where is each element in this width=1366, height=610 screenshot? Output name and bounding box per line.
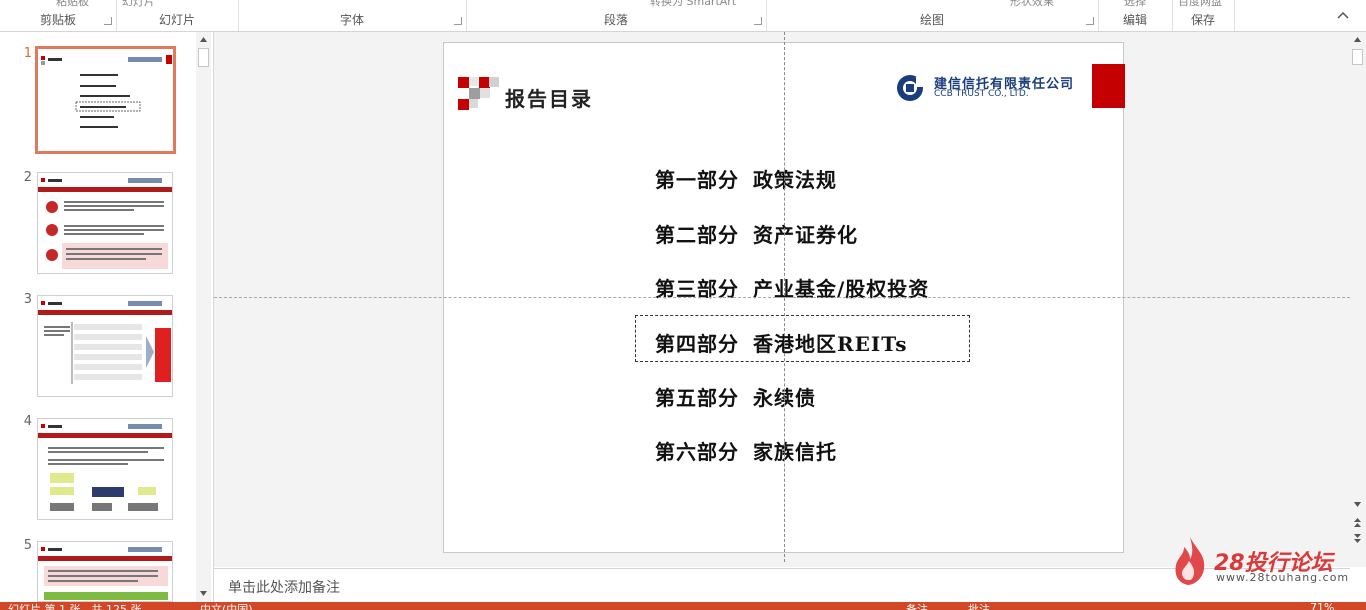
toc-part-label: 第一部分 — [655, 168, 739, 192]
dialog-launcher-icon[interactable] — [754, 17, 762, 25]
toc-part-name: 政策法规 — [753, 168, 837, 192]
new-slide-partial-label[interactable]: 幻灯片 — [122, 0, 155, 9]
thumb-number: 4 — [23, 414, 32, 429]
toc-item-4[interactable]: 第四部分 香港地区REITs — [655, 328, 908, 357]
scroll-down-icon[interactable] — [1350, 497, 1365, 512]
thumb-number: 1 — [23, 46, 32, 61]
toc-part-label: 第六部分 — [655, 440, 739, 464]
watermark-url: www.28touhang.com — [1216, 571, 1350, 584]
notes-toggle-button[interactable]: 备注 — [906, 602, 928, 610]
paragraph-group-label: 段落 — [603, 13, 628, 27]
ribbon-group-editing: 选择 编辑 — [1098, 0, 1173, 31]
slide-thumbnail-3[interactable] — [37, 295, 173, 397]
ribbon-group-save: 百度网盘 保存 — [1172, 0, 1235, 31]
scrollbar-thumb[interactable] — [198, 48, 209, 67]
ccb-logo-icon — [897, 75, 928, 101]
company-logo: 建信信托有限责任公司 CCB TRUST CO., LTD. — [892, 73, 1082, 105]
slide-title[interactable]: 报告目录 — [505, 83, 593, 112]
toc-item-6[interactable]: 第六部分 家族信托 — [655, 436, 837, 465]
toc-part-name: 香港地区REITs — [753, 332, 908, 356]
dialog-launcher-icon[interactable] — [1086, 17, 1094, 25]
ribbon-group-clipboard: 粘贴板 剪贴板 — [0, 0, 117, 31]
scroll-up-icon[interactable] — [196, 32, 211, 47]
title-squares-icon — [458, 77, 499, 110]
collapse-ribbon-icon[interactable] — [1336, 10, 1350, 20]
notes-placeholder[interactable]: 单击此处添加备注 — [228, 577, 340, 597]
drawing-group-label: 绘图 — [919, 13, 944, 27]
thumbnail-scrollbar[interactable] — [196, 32, 211, 602]
dialog-launcher-icon[interactable] — [454, 17, 462, 25]
toc-part-label: 第二部分 — [655, 223, 739, 247]
slide-thumbnail-4[interactable] — [37, 418, 173, 520]
toc-part-label: 第四部分 — [655, 332, 739, 356]
save-group-label: 保存 — [1190, 13, 1215, 27]
zoom-level[interactable]: 71% — [1310, 602, 1334, 610]
slide-thumbnail-2[interactable] — [37, 172, 173, 274]
slide-thumbnail-pane: 1 2 3 4 5 — [0, 32, 214, 602]
horizontal-guide-line[interactable] — [214, 297, 1350, 298]
forum-watermark: 28投行论坛 www.28touhang.com — [1170, 535, 1350, 587]
thumb-number: 3 — [23, 292, 32, 307]
thumb-number: 5 — [23, 538, 32, 553]
slide-editing-area: 报告目录 建信信托有限责任公司 CCB TRUST CO., LTD. 第一部分… — [214, 32, 1350, 567]
select-partial-label[interactable]: 选择 — [1124, 0, 1146, 9]
ribbon-group-slides: 幻灯片 幻灯片 — [116, 0, 239, 31]
slide-scrollbar[interactable] — [1350, 32, 1366, 567]
toc-item-5[interactable]: 第五部分 永续债 — [655, 382, 816, 411]
slide-thumbnail-1[interactable] — [35, 46, 176, 154]
comments-toggle-button[interactable]: 批注 — [968, 602, 990, 610]
slide-count-status: 幻灯片 第 1 张，共 125 张 — [8, 603, 142, 610]
scrollbar-thumb[interactable] — [1352, 49, 1363, 65]
ribbon-group-font: 字体 — [238, 0, 467, 31]
company-name-en: CCB TRUST CO., LTD. — [934, 89, 1029, 99]
clipboard-group-label: 剪贴板 — [39, 13, 76, 27]
status-bar: 幻灯片 第 1 张，共 125 张 中文(中国) 备注 批注 71% — [0, 602, 1366, 610]
scroll-down-icon[interactable] — [196, 586, 211, 601]
toc-part-label: 第五部分 — [655, 386, 739, 410]
baidu-netdisk-partial-label[interactable]: 百度网盘 — [1178, 0, 1222, 9]
thumb-number: 2 — [23, 170, 32, 185]
paste-partial-label[interactable]: 粘贴板 — [56, 0, 89, 9]
toc-item-2[interactable]: 第二部分 资产证券化 — [655, 219, 858, 248]
ribbon-group-drawing: 形状效果 绘图 — [766, 0, 1099, 31]
font-group-label: 字体 — [339, 13, 364, 27]
ribbon-group-paragraph: 转换为 SmartArt 段落 — [466, 0, 767, 31]
next-slide-icon[interactable] — [1350, 531, 1365, 546]
editing-group-label: 编辑 — [1122, 13, 1147, 27]
toc-part-name: 资产证券化 — [753, 223, 858, 247]
smartart-partial-label[interactable]: 转换为 SmartArt — [650, 0, 736, 9]
slides-group-label: 幻灯片 — [158, 13, 195, 27]
ribbon: 粘贴板 剪贴板 幻灯片 幻灯片 字体 转换为 SmartArt 段落 形状效果 … — [0, 0, 1366, 32]
slide-thumbnail-5[interactable] — [37, 541, 173, 602]
toc-part-name: 家族信托 — [753, 440, 837, 464]
dialog-launcher-icon[interactable] — [104, 17, 112, 25]
red-accent-block — [1092, 64, 1125, 108]
shape-effects-partial-label[interactable]: 形状效果 — [1010, 0, 1054, 9]
toc-item-1[interactable]: 第一部分 政策法规 — [655, 164, 837, 193]
previous-slide-icon[interactable] — [1350, 515, 1365, 530]
flame-logo-icon — [1175, 537, 1205, 585]
scroll-up-icon[interactable] — [1350, 32, 1365, 47]
language-status[interactable]: 中文(中国) — [200, 602, 253, 610]
